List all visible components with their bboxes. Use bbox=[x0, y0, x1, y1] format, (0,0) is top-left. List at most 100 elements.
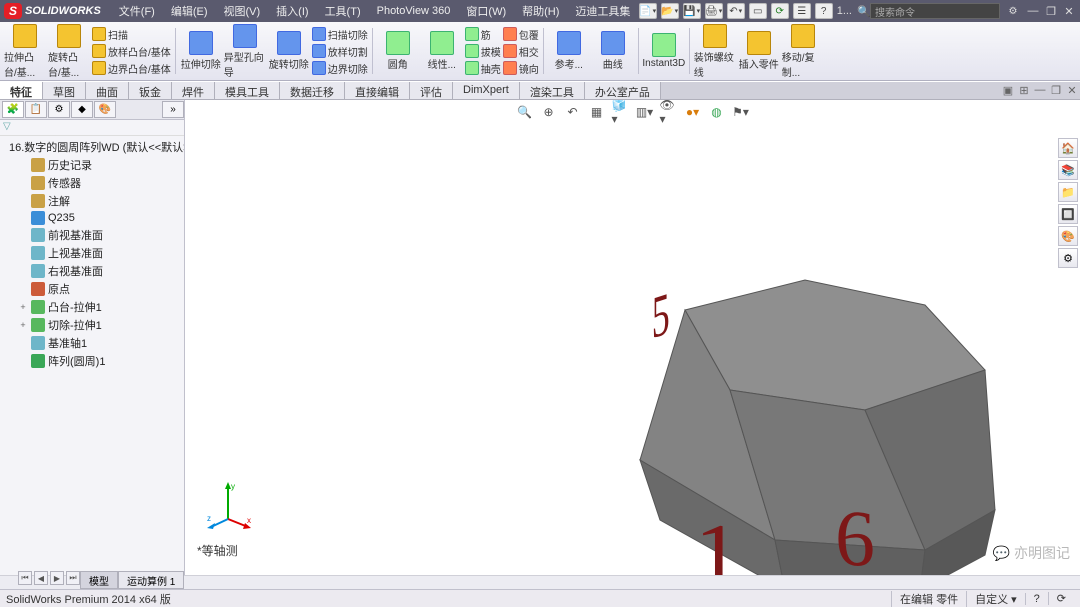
tab-sketch[interactable]: 草图 bbox=[43, 82, 86, 99]
new-doc-button[interactable]: 📄 bbox=[639, 3, 657, 19]
insert-part-button[interactable]: 插入零件 bbox=[738, 31, 780, 71]
settings-icon[interactable]: ⚙ bbox=[1004, 3, 1022, 19]
tab-prev-icon[interactable]: ◀ bbox=[34, 571, 48, 585]
move-copy-button[interactable]: 移动/复制... bbox=[782, 24, 824, 79]
draft-button[interactable]: 拔模 bbox=[465, 43, 501, 60]
tree-item[interactable]: +凸台-拉伸1 bbox=[2, 298, 182, 316]
cosmetic-thread-button[interactable]: 装饰螺纹线 bbox=[694, 24, 736, 79]
menu-edit[interactable]: 编辑(E) bbox=[163, 1, 216, 21]
tab-next-icon[interactable]: ▶ bbox=[50, 571, 64, 585]
tab-directedit[interactable]: 直接编辑 bbox=[345, 82, 410, 99]
shell-button[interactable]: 抽壳 bbox=[465, 60, 501, 77]
taskpane-custom-icon[interactable]: ⚙ bbox=[1058, 248, 1078, 268]
tab-dimxpert[interactable]: DimXpert bbox=[453, 82, 520, 99]
command-search[interactable]: 搜索命令 bbox=[870, 3, 1000, 19]
sweep-cut-button[interactable]: 扫描切除 bbox=[312, 26, 368, 43]
reference-geom-button[interactable]: 参考... bbox=[548, 31, 590, 71]
tab-render[interactable]: 渲染工具 bbox=[520, 82, 585, 99]
status-rebuild-icon[interactable]: ⟳ bbox=[1048, 592, 1074, 605]
instant3d-button[interactable]: Instant3D bbox=[643, 33, 685, 69]
tree-item[interactable]: 原点 bbox=[2, 280, 182, 298]
tree-tab-display-icon[interactable]: 🎨 bbox=[94, 101, 116, 118]
revolve-cut-button[interactable]: 旋转切除 bbox=[268, 31, 310, 71]
tab-first-icon[interactable]: ⏮ bbox=[18, 571, 32, 585]
tab-last-icon[interactable]: ⏭ bbox=[66, 571, 80, 585]
tree-item[interactable]: 历史记录 bbox=[2, 156, 182, 174]
menu-insert[interactable]: 插入(I) bbox=[268, 1, 316, 21]
hole-wizard-button[interactable]: 异型孔向导 bbox=[224, 24, 266, 79]
minimize-icon[interactable]: — bbox=[1026, 5, 1040, 17]
viewport-single-icon[interactable]: ▣ bbox=[1000, 82, 1016, 99]
wrap-button[interactable]: 包覆 bbox=[503, 26, 539, 43]
tree-collapse-icon[interactable]: » bbox=[162, 101, 184, 118]
menu-photoview[interactable]: PhotoView 360 bbox=[369, 3, 459, 19]
boundary-button[interactable]: 边界凸台/基体 bbox=[92, 60, 171, 77]
select-button[interactable]: ▭ bbox=[749, 3, 767, 19]
rebuild-button[interactable]: ⟳ bbox=[771, 3, 789, 19]
tree-tab-property-icon[interactable]: 📋 bbox=[25, 101, 47, 118]
help-button[interactable]: ? bbox=[815, 3, 833, 19]
tree-tab-feature-icon[interactable]: 🧩 bbox=[2, 101, 24, 118]
extrude-boss-button[interactable]: 拉伸凸台/基... bbox=[4, 24, 46, 79]
tree-item[interactable]: Q235 bbox=[2, 210, 182, 226]
menu-midi[interactable]: 迈迪工具集 bbox=[567, 1, 638, 21]
menu-file[interactable]: 文件(F) bbox=[111, 1, 163, 21]
tree-root[interactable]: 16.数字的圆周阵列WD (默认<<默认> bbox=[2, 138, 182, 156]
linear-pattern-button[interactable]: 线性... bbox=[421, 31, 463, 71]
loft-cut-button[interactable]: 放样切割 bbox=[312, 43, 368, 60]
tree-item[interactable]: +切除-拉伸1 bbox=[2, 316, 182, 334]
menu-window[interactable]: 窗口(W) bbox=[458, 1, 514, 21]
rib-button[interactable]: 筋 bbox=[465, 26, 501, 43]
tree-item[interactable]: 传感器 bbox=[2, 174, 182, 192]
menu-view[interactable]: 视图(V) bbox=[216, 1, 269, 21]
tab-mold[interactable]: 模具工具 bbox=[215, 82, 280, 99]
menu-tools[interactable]: 工具(T) bbox=[317, 1, 369, 21]
tree-item[interactable]: 右视基准面 bbox=[2, 262, 182, 280]
graphics-viewport[interactable]: 🔍 ⊕ ↶ ▦ 🧊▾ ▥▾ 👁▾ ●▾ ◍ ⚑▾ 1 6 5 bbox=[185, 100, 1080, 589]
tree-item[interactable]: 阵列(圆周)1 bbox=[2, 352, 182, 370]
intersect-button[interactable]: 相交 bbox=[503, 43, 539, 60]
menu-help[interactable]: 帮助(H) bbox=[514, 1, 567, 21]
mirror-button[interactable]: 镜向 bbox=[503, 60, 539, 77]
options-button[interactable]: ☰ bbox=[793, 3, 811, 19]
fillet-button[interactable]: 圆角 bbox=[377, 31, 419, 71]
status-custom[interactable]: 自定义 ▾ bbox=[966, 591, 1025, 607]
taskpane-appearance-icon[interactable]: 🎨 bbox=[1058, 226, 1078, 246]
taskpane-view-icon[interactable]: 🔲 bbox=[1058, 204, 1078, 224]
undo-button[interactable]: ↶ bbox=[727, 3, 745, 19]
tree-tab-config-icon[interactable]: ⚙ bbox=[48, 101, 70, 118]
viewport-multi-icon[interactable]: ⊞ bbox=[1016, 82, 1032, 99]
taskpane-explorer-icon[interactable]: 📁 bbox=[1058, 182, 1078, 202]
tab-weldments[interactable]: 焊件 bbox=[172, 82, 215, 99]
mdi-minimize-icon[interactable]: — bbox=[1032, 82, 1048, 99]
mdi-restore-icon[interactable]: ❐ bbox=[1048, 82, 1064, 99]
tab-surface[interactable]: 曲面 bbox=[86, 82, 129, 99]
taskpane-home-icon[interactable]: 🏠 bbox=[1058, 138, 1078, 158]
taskpane-library-icon[interactable]: 📚 bbox=[1058, 160, 1078, 180]
sweep-button[interactable]: 扫描 bbox=[92, 26, 171, 43]
close-icon[interactable]: ✕ bbox=[1062, 5, 1076, 18]
loft-button[interactable]: 放样凸台/基体 bbox=[92, 43, 171, 60]
open-button[interactable]: 📂 bbox=[661, 3, 679, 19]
tab-sheetmetal[interactable]: 钣金 bbox=[129, 82, 172, 99]
tree-filter[interactable]: ▽ bbox=[0, 120, 184, 136]
tab-features[interactable]: 特征 bbox=[0, 82, 43, 99]
status-help-icon[interactable]: ? bbox=[1025, 593, 1048, 605]
boundary-cut-button[interactable]: 边界切除 bbox=[312, 60, 368, 77]
tab-evaluate[interactable]: 评估 bbox=[410, 82, 453, 99]
tree-item[interactable]: 前视基准面 bbox=[2, 226, 182, 244]
print-button[interactable]: 🖨 bbox=[705, 3, 723, 19]
revolve-boss-button[interactable]: 旋转凸台/基... bbox=[48, 24, 90, 79]
tree-item[interactable]: 基准轴1 bbox=[2, 334, 182, 352]
mdi-close-icon[interactable]: ✕ bbox=[1064, 82, 1080, 99]
tab-office[interactable]: 办公室产品 bbox=[585, 82, 661, 99]
curves-button[interactable]: 曲线 bbox=[592, 31, 634, 71]
bottom-tab-model[interactable]: 模型 bbox=[80, 571, 118, 589]
save-button[interactable]: 💾 bbox=[683, 3, 701, 19]
orientation-triad[interactable]: y x z bbox=[203, 479, 253, 529]
extrude-cut-button[interactable]: 拉伸切除 bbox=[180, 31, 222, 71]
tree-tab-dimxpert-icon[interactable]: ◆ bbox=[71, 101, 93, 118]
tab-datamigration[interactable]: 数据迁移 bbox=[280, 82, 345, 99]
tree-item[interactable]: 注解 bbox=[2, 192, 182, 210]
tree-item[interactable]: 上视基准面 bbox=[2, 244, 182, 262]
